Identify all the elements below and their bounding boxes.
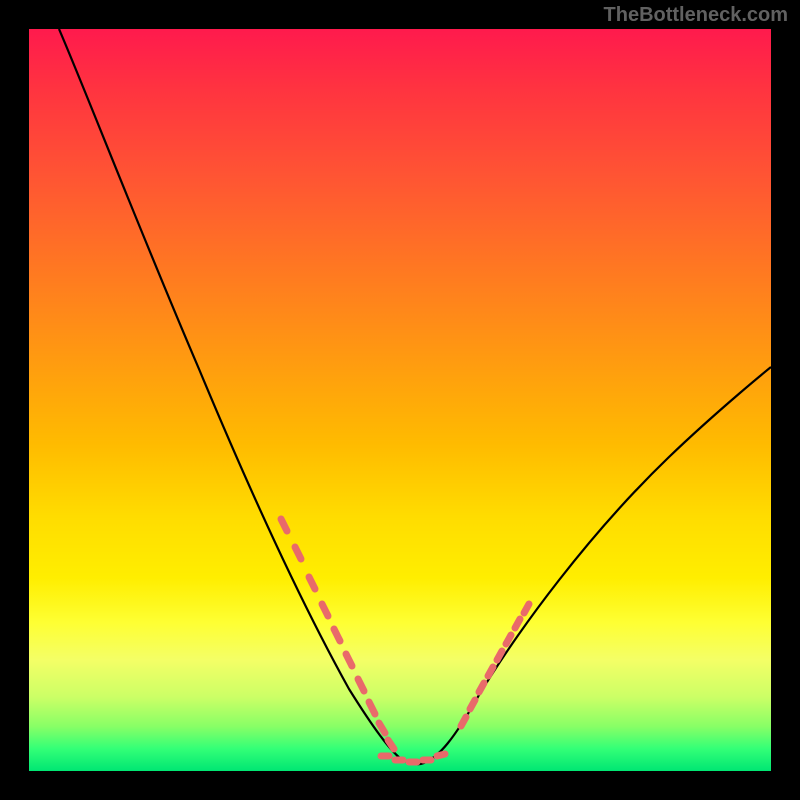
bottleneck-curve <box>59 29 771 764</box>
highlighted-markers <box>281 519 529 762</box>
plot-area <box>29 29 771 771</box>
curve-svg <box>29 29 771 771</box>
watermark-text: TheBottleneck.com <box>604 4 788 27</box>
